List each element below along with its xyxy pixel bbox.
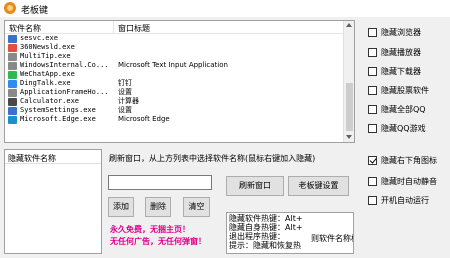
checkbox-hide-all-qq[interactable]: 隐藏全部QQ — [368, 104, 448, 116]
window-title: 老板键 — [21, 6, 49, 16]
cell-software-name: DingTalk.exe — [20, 79, 71, 87]
process-rows: sesvc.exe 360Newsld.exe MultiTip.exe Window… — [5, 34, 344, 124]
cell-software-name: SystemSettings.exe — [20, 106, 96, 114]
checkbox-icon[interactable] — [368, 67, 377, 76]
table-row[interactable]: WeChatApp.exe — [5, 70, 344, 79]
checkbox-hide-browser[interactable]: 隐藏浏览器 — [368, 27, 448, 39]
scroll-down-icon[interactable] — [346, 135, 352, 139]
table-row[interactable]: Microsoft.Edge.exe Microsoft Edge — [5, 115, 344, 124]
checkbox-auto-mute[interactable]: 隐藏时自动静音 — [368, 176, 448, 188]
table-row[interactable]: 360Newsld.exe — [5, 43, 344, 52]
checkbox-hide-stock[interactable]: 隐藏股票软件 — [368, 85, 448, 97]
cell-window-title: Microsoft Text Input Application — [118, 61, 228, 69]
checkbox-label: 隐藏下载器 — [381, 67, 421, 76]
calculator-icon — [8, 98, 17, 106]
column-header-software-name[interactable]: 软件名称 — [9, 23, 41, 34]
hotkeys-panel: 隐藏软件热键：Alt+ 隐藏自身热键：Alt+ 退出程序热键： 提示：隐藏和恢复… — [226, 212, 354, 254]
hidden-software-list[interactable]: 隐藏软件名称 — [4, 149, 102, 254]
table-row[interactable]: WindowsInternal.Co... Microsoft Text Inpu… — [5, 61, 344, 70]
checkbox-label: 隐藏时自动静音 — [381, 177, 437, 186]
dingtalk-icon — [8, 80, 17, 88]
table-row[interactable]: SystemSettings.exe 设置 — [5, 106, 344, 115]
cell-software-name: Calculator.exe — [20, 97, 80, 105]
window-icon — [8, 89, 17, 97]
checkbox-label: 隐藏QQ游戏 — [381, 124, 426, 133]
cell-software-name: sesvc.exe — [20, 34, 58, 42]
checkbox-auto-start[interactable]: 开机自动运行 — [368, 195, 448, 207]
checkbox-icon[interactable] — [368, 48, 377, 57]
table-row[interactable]: MultiTip.exe — [5, 52, 344, 61]
scroll-up-icon[interactable] — [346, 23, 352, 27]
wechat-icon — [8, 71, 17, 79]
refresh-window-button[interactable]: 刷新窗口 — [226, 176, 284, 196]
checkbox-icon[interactable] — [368, 86, 377, 95]
hotkey-exit: 退出程序热键： — [229, 232, 285, 241]
gear-icon — [8, 107, 17, 115]
checkbox-hide-tray-icon[interactable]: 隐藏右下角图标 — [368, 155, 448, 167]
checkbox-checked-icon[interactable] — [368, 156, 377, 165]
checkbox-hide-qq-games[interactable]: 隐藏QQ游戏 — [368, 123, 448, 135]
checkbox-icon[interactable] — [368, 28, 377, 37]
table-row[interactable]: ApplicationFrameHo... 设置 — [5, 88, 344, 97]
delete-button[interactable]: 删除 — [145, 197, 171, 217]
divider — [5, 163, 101, 164]
scroll-thumb[interactable] — [346, 83, 353, 131]
checkbox-hide-downloader[interactable]: 隐藏下载器 — [368, 66, 448, 78]
window-icon — [8, 53, 17, 61]
window-icon — [8, 62, 17, 70]
checkbox-label: 隐藏播放器 — [381, 48, 421, 57]
promo-line-1: 永久免费，无捆主页！ — [110, 225, 190, 234]
checkbox-icon[interactable] — [368, 177, 377, 186]
360-icon — [8, 44, 17, 52]
checkbox-label: 隐藏浏览器 — [381, 28, 421, 37]
cell-window-title: 设置 — [118, 106, 132, 114]
cell-software-name: WindowsInternal.Co... — [20, 61, 109, 69]
column-header-window-title[interactable]: 窗口标题 — [118, 23, 150, 34]
checkbox-icon[interactable] — [368, 105, 377, 114]
process-list-header: 软件名称 窗口标题 — [5, 21, 344, 34]
blue-square-icon — [8, 35, 17, 43]
hotkey-tip-overflow: 则软件名称标 — [311, 234, 353, 243]
cell-software-name: MultiTip.exe — [20, 52, 71, 60]
checkbox-label: 开机自动运行 — [381, 196, 429, 205]
checkbox-icon[interactable] — [368, 196, 377, 205]
cell-window-title: Microsoft Edge — [118, 115, 170, 123]
instruction-text: 刷新窗口，从上方列表中选择软件名称(鼠标右键加入隐藏) — [109, 154, 316, 163]
table-row[interactable]: sesvc.exe — [5, 34, 344, 43]
cell-software-name: Microsoft.Edge.exe — [20, 115, 96, 123]
add-button[interactable]: 添加 — [108, 197, 134, 217]
app-icon — [4, 2, 16, 14]
checkbox-hide-player[interactable]: 隐藏播放器 — [368, 47, 448, 59]
boss-key-settings-button[interactable]: 老板键设置 — [288, 176, 349, 196]
cell-window-title: 钉钉 — [118, 79, 132, 87]
hotkey-hide-self: 隐藏自身热键：Alt+ — [229, 223, 303, 232]
edge-icon — [8, 116, 17, 124]
clear-button[interactable]: 清空 — [183, 197, 210, 217]
title-bar: 老板键 — [0, 0, 450, 17]
checkbox-label: 隐藏右下角图标 — [381, 156, 437, 165]
hotkey-hide-software: 隐藏软件热键：Alt+ — [229, 214, 303, 223]
hotkey-tip: 提示：隐藏和恢复热 — [229, 241, 301, 250]
cell-software-name: ApplicationFrameHo... — [20, 88, 109, 96]
table-row[interactable]: DingTalk.exe 钉钉 — [5, 79, 344, 88]
table-row[interactable]: Calculator.exe 计算器 — [5, 97, 344, 106]
promo-line-2: 无任何广告，无任何弹窗！ — [110, 237, 206, 246]
software-name-input[interactable] — [108, 175, 212, 190]
column-separator — [113, 21, 114, 34]
vertical-scrollbar[interactable] — [343, 21, 354, 142]
cell-window-title: 计算器 — [118, 97, 139, 105]
process-list[interactable]: 软件名称 窗口标题 sesvc.exe 360Newsld.exe MultiTip… — [4, 20, 355, 143]
checkbox-label: 隐藏全部QQ — [381, 105, 426, 114]
cell-window-title: 设置 — [118, 88, 132, 96]
cell-software-name: WeChatApp.exe — [20, 70, 75, 78]
checkbox-label: 隐藏股票软件 — [381, 86, 429, 95]
cell-software-name: 360Newsld.exe — [20, 43, 75, 51]
checkbox-icon[interactable] — [368, 124, 377, 133]
